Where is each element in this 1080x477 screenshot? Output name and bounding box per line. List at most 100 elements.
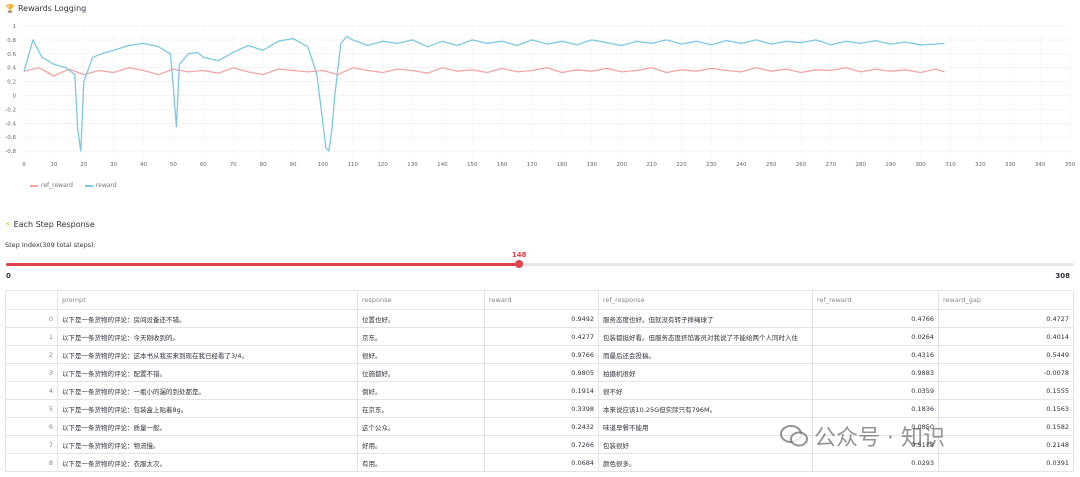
legend-item-reward[interactable]: reward [84, 182, 117, 189]
table-row: 1 以下是一条货物的评论：今天刚收到的。 京东。 0.4277 包装都挺好看。但服务态度… [5, 327, 1074, 346]
column-header-index[interactable] [5, 290, 58, 310]
x-tick-label: 260 [796, 162, 807, 168]
column-header-response[interactable]: response [357, 290, 485, 310]
table-cell-ref_reward: 0.0850 [812, 417, 939, 436]
table-cell-reward_gap: 0.5449 [938, 345, 1074, 364]
x-tick-label: 100 [318, 162, 329, 168]
table-cell-prompt: 以下是一条货物的评论：包装盒上贴着8g。 [57, 399, 358, 418]
table-cell-ref_reward: 0.4316 [812, 345, 939, 364]
table-cell-index: 1 [5, 327, 58, 346]
table-cell-ref_response: 味道早餐不能用 [598, 417, 813, 436]
y-tick-label: 0.8 [7, 38, 16, 44]
x-tick-label: 350 [1065, 162, 1076, 168]
legend-item-ref-reward[interactable]: ref_reward [30, 182, 73, 189]
table-cell-prompt: 以下是一条货物的评论：物流慢。 [57, 435, 358, 454]
table-cell-prompt: 以下是一条货物的评论：一瓶小的漏的到处都是。 [57, 381, 358, 400]
x-tick-label: 340 [1035, 162, 1046, 168]
step-slider-fill [6, 263, 520, 266]
column-header-reward_gap[interactable]: reward_gap [938, 290, 1074, 310]
table-cell-response: 倒好。 [357, 381, 485, 400]
table-row: 5 以下是一条货物的评论：包装盒上贴着8g。 在京东。 0.3398 本来说应该10.2… [5, 399, 1074, 418]
x-tick-label: 170 [527, 162, 538, 168]
table-cell-reward_gap: 0.1555 [938, 381, 1074, 400]
step-slider-min: 0 [6, 272, 11, 280]
x-tick-label: 140 [437, 162, 448, 168]
y-tick-label: 0.4 [7, 66, 16, 72]
table-cell-response: 很好。 [357, 345, 485, 364]
x-tick-label: 0 [22, 162, 26, 168]
table-cell-reward: 0.7266 [484, 435, 599, 454]
legend-swatch-reward [84, 184, 93, 187]
y-tick-label: -0.2 [5, 107, 16, 113]
table-cell-response: 京东。 [357, 327, 485, 346]
x-tick-label: 10 [50, 162, 57, 168]
steps-section-title: ⚡ Each Step Response [5, 220, 95, 229]
table-cell-ref_response: 包装很好 [598, 435, 813, 454]
table-cell-ref_reward: 0.5118 [812, 435, 939, 454]
table-row: 0 以下是一条货物的评论：房间设备还不错。 位置也好。 0.9492 服务态度也好。但就… [5, 309, 1074, 328]
table-cell-ref_reward: 0.1836 [812, 399, 939, 418]
table-cell-index: 3 [5, 363, 58, 382]
table-cell-response: 位施都好。 [357, 363, 485, 382]
table-cell-reward_gap: -0.0078 [938, 363, 1074, 382]
x-tick-label: 90 [289, 162, 296, 168]
x-tick-label: 270 [826, 162, 837, 168]
table-cell-reward: 0.0684 [484, 453, 599, 472]
table-cell-reward: 0.2432 [484, 417, 599, 436]
table-cell-reward: 0.9805 [484, 363, 599, 382]
step-slider-label: Step Index(309 total steps): [5, 241, 96, 249]
x-tick-label: 30 [110, 162, 117, 168]
x-tick-label: 130 [407, 162, 418, 168]
table-cell-reward_gap: 0.0391 [938, 453, 1074, 472]
x-tick-label: 150 [467, 162, 478, 168]
table-cell-index: 7 [5, 435, 58, 454]
x-tick-label: 110 [347, 162, 358, 168]
step-slider-thumb[interactable] [515, 260, 524, 268]
table-cell-ref_response: 服务态度也好。但就没有转子摔绳球了 [598, 309, 813, 328]
table-cell-prompt: 以下是一条货物的评论：这本书从我买来到现在我已经看了3/4。 [57, 345, 358, 364]
y-tick-label: 1 [13, 24, 17, 30]
table-cell-ref_reward: 0.9883 [812, 363, 939, 382]
step-slider-max: 308 [1055, 272, 1070, 280]
x-tick-label: 240 [736, 162, 747, 168]
table-cell-prompt: 以下是一条货物的评论：衣服太次。 [57, 453, 358, 472]
table-cell-ref_response: 包装都挺好看。但服务态度挤馅客员对我说了不能给两个人同时入住 [598, 327, 813, 346]
table-cell-ref_reward: 0.0264 [812, 327, 939, 346]
steps-title-text: Each Step Response [13, 220, 95, 229]
column-header-reward[interactable]: reward [484, 290, 599, 310]
x-tick-label: 190 [587, 162, 598, 168]
column-header-prompt[interactable]: prompt [57, 290, 358, 310]
x-tick-label: 320 [975, 162, 986, 168]
y-tick-label: -0.6 [5, 135, 16, 141]
y-tick-label: 0.2 [7, 80, 16, 86]
rewards-line-chart: 1 0.8 0.6 0.4 0.2 0 -0.2 -0.4 -0.6 -0.8 0 10 20 30 40 5… [5, 24, 1076, 168]
table-row: 4 以下是一条货物的评论：一瓶小的漏的到处都是。 倒好。 0.1914 很不好 0.035… [5, 381, 1074, 400]
x-tick-label: 280 [856, 162, 867, 168]
step-response-table: prompt response reward ref_response ref_rewa… [5, 290, 1074, 472]
y-tick-label: 0 [13, 93, 17, 99]
table-cell-prompt: 以下是一条货物的评论：今天刚收到的。 [57, 327, 358, 346]
x-tick-label: 220 [676, 162, 687, 168]
table-body: 0 以下是一条货物的评论：房间设备还不错。 位置也好。 0.9492 服务态度也好。但就… [5, 309, 1074, 472]
x-tick-label: 50 [170, 162, 177, 168]
step-slider-value: 148 [511, 251, 527, 259]
lightning-icon: ⚡ [5, 220, 11, 229]
x-tick-label: 40 [140, 162, 147, 168]
x-tick-label: 310 [945, 162, 956, 168]
table-row: 8 以下是一条货物的评论：衣服太次。 有用。 0.0684 颜色很多。 0.0293 0.0… [5, 453, 1074, 472]
table-cell-ref_response: 颜色很多。 [598, 453, 813, 472]
column-header-ref_reward[interactable]: ref_reward [812, 290, 939, 310]
table-cell-prompt: 以下是一条货物的评论：房间设备还不错。 [57, 309, 358, 328]
table-cell-ref_response: 而最后还会投稿。 [598, 345, 813, 364]
column-header-ref_response[interactable]: ref_response [598, 290, 813, 310]
table-cell-index: 4 [5, 381, 58, 400]
x-tick-label: 160 [497, 162, 508, 168]
step-slider[interactable] [6, 260, 1074, 268]
chart-legend: ref_reward reward [30, 182, 117, 189]
table-cell-reward: 0.9492 [484, 309, 599, 328]
table-cell-index: 5 [5, 399, 58, 418]
table-header-row: prompt response reward ref_response ref_rewa… [5, 290, 1074, 310]
table-cell-response: 在京东。 [357, 399, 485, 418]
trophy-icon: 🏆 [5, 4, 15, 13]
y-tick-label: -0.4 [5, 121, 16, 127]
